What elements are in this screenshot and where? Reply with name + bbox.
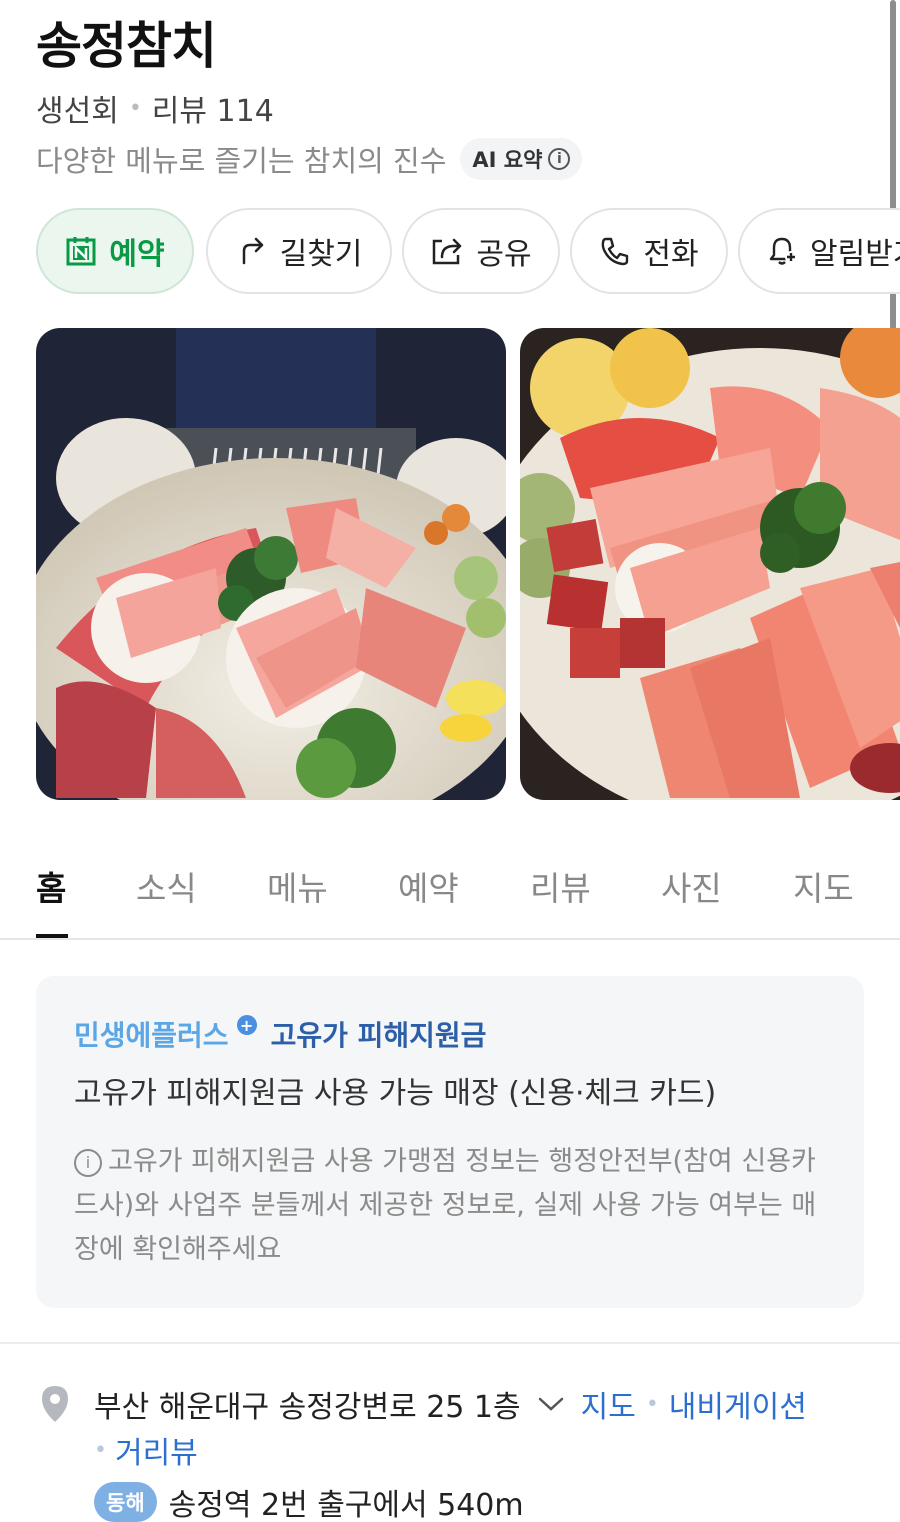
separator-dot: • xyxy=(128,95,142,121)
address-row-2: • 거리뷰 xyxy=(94,1428,198,1472)
place-name: 송정참치 xyxy=(36,17,217,75)
address-text[interactable]: 부산 해운대구 송정강변로 25 1층 xyxy=(94,1382,521,1426)
share-label: 공유 xyxy=(476,237,532,272)
directions-button[interactable]: 길찾기 xyxy=(206,208,392,294)
tab-home[interactable]: 홈 xyxy=(36,862,66,910)
action-bar: 예약 길찾기 공유 전화 알림받기 xyxy=(36,208,900,294)
info-icon: i xyxy=(548,148,571,170)
photo-2[interactable] xyxy=(520,328,900,800)
notify-button[interactable]: 알림받기 xyxy=(738,208,900,294)
bell-plus-icon xyxy=(769,237,797,265)
directions-icon xyxy=(242,237,263,265)
notify-label: 알림받기 xyxy=(810,237,900,272)
directions-label: 길찾기 xyxy=(279,237,363,272)
promo-main-text: 고유가 피해지원금 사용 가능 매장 (신용·체크 카드) xyxy=(74,1076,717,1111)
share-icon xyxy=(433,238,462,265)
street-view-link[interactable]: 거리뷰 xyxy=(115,1428,198,1472)
reserve-label: 예약 xyxy=(109,237,165,272)
address-row: 부산 해운대구 송정강변로 25 1층 지도 • 내비게이션 xyxy=(94,1382,807,1426)
tab-map[interactable]: 지도 xyxy=(793,862,854,910)
tab-bar: 홈 소식 메뉴 예약 리뷰 사진 지도 xyxy=(0,850,900,940)
map-link[interactable]: 지도 xyxy=(581,1382,636,1426)
promo-note-text: 고유가 피해지원금 사용 가맹점 정보는 행정안전부(참여 신용카드사)와 사업… xyxy=(74,1146,817,1265)
description-row: 다양한 메뉴로 즐기는 참치의 진수 AI 요약 i xyxy=(36,138,583,180)
separator-dot: • xyxy=(94,1437,107,1463)
info-icon: i xyxy=(74,1148,102,1177)
subway-distance: 송정역 2번 출구에서 540m xyxy=(168,1488,524,1522)
promo-brand-logo: 민생에플러스 xyxy=(74,1019,229,1052)
tab-review[interactable]: 리뷰 xyxy=(530,862,591,910)
promo-note: i 고유가 피해지원금 사용 가맹점 정보는 행정안전부(참여 신용카드사)와 사… xyxy=(74,1140,834,1272)
separator-dot: • xyxy=(645,1391,659,1417)
naver-reserve-icon xyxy=(66,237,96,266)
promo-card[interactable]: 민생에플러스 + 고유가 피해지원금 고유가 피해지원금 사용 가능 매장 (신… xyxy=(36,976,864,1308)
share-button[interactable]: 공유 xyxy=(402,208,560,294)
tab-photo[interactable]: 사진 xyxy=(661,862,722,910)
chevron-down-icon[interactable] xyxy=(537,1395,565,1413)
active-tab-indicator xyxy=(36,934,68,938)
call-button[interactable]: 전화 xyxy=(570,208,728,294)
section-divider xyxy=(0,1342,900,1344)
reserve-button[interactable]: 예약 xyxy=(36,208,194,294)
promo-program: 고유가 피해지원금 xyxy=(270,1019,487,1052)
promo-brand: 민생에플러스 + 고유가 피해지원금 xyxy=(74,1014,486,1054)
tab-menu[interactable]: 메뉴 xyxy=(267,862,328,910)
photo-1[interactable] xyxy=(36,328,506,800)
place-meta: 생선회 • 리뷰 114 xyxy=(36,86,274,130)
subway-info: 동해 송정역 2번 출구에서 540m xyxy=(94,1480,524,1522)
plus-icon: + xyxy=(236,1015,257,1035)
subway-line-badge: 동해 xyxy=(94,1482,157,1522)
tuna-platter-photo-2 xyxy=(520,328,900,800)
call-label: 전화 xyxy=(643,237,699,272)
ai-summary-chip[interactable]: AI 요약 i xyxy=(460,138,583,180)
location-pin-icon xyxy=(42,1386,68,1422)
category-label: 생선회 xyxy=(36,94,119,129)
tab-reserve[interactable]: 예약 xyxy=(398,862,459,910)
ai-summary-label: AI 요약 xyxy=(472,148,543,172)
place-description: 다양한 메뉴로 즐기는 참치의 진수 xyxy=(36,144,447,178)
tuna-platter-photo-1 xyxy=(36,328,506,800)
navigation-link[interactable]: 내비게이션 xyxy=(669,1382,807,1426)
tab-news[interactable]: 소식 xyxy=(136,862,197,910)
phone-icon xyxy=(602,237,629,266)
review-count-link[interactable]: 리뷰 114 xyxy=(152,86,274,130)
